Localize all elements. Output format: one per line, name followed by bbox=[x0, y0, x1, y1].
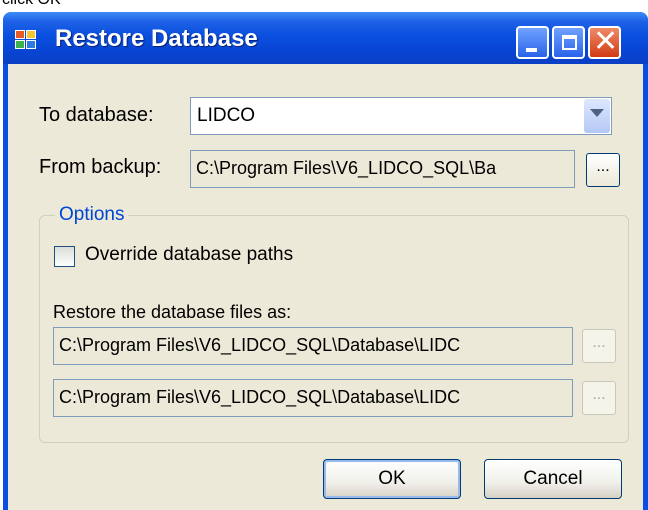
maximize-button[interactable] bbox=[552, 26, 585, 59]
from-backup-label: From backup: bbox=[39, 156, 162, 178]
title-bar[interactable]: Restore Database ✕ bbox=[3, 12, 648, 64]
background-caption: click OK bbox=[0, 0, 648, 12]
to-database-label: To database: bbox=[39, 104, 154, 126]
log-file-path: C:\Program Files\V6_LIDCO_SQL\Database\L… bbox=[59, 387, 461, 407]
override-paths-checkbox[interactable] bbox=[54, 246, 75, 267]
dialog-body: To database: LIDCO From backup: C:\Progr… bbox=[8, 64, 643, 510]
restore-files-label: Restore the database files as: bbox=[53, 302, 292, 322]
from-backup-browse-button[interactable]: ... bbox=[586, 153, 620, 187]
ok-button[interactable]: OK bbox=[323, 459, 461, 499]
log-file-browse-button[interactable]: ... bbox=[582, 381, 616, 415]
chevron-down-icon bbox=[590, 109, 604, 117]
minimize-icon bbox=[526, 48, 537, 52]
to-database-value: LIDCO bbox=[197, 105, 256, 126]
window-title: Restore Database bbox=[55, 25, 258, 52]
options-legend: Options bbox=[55, 204, 129, 226]
override-paths-label[interactable]: Override database paths bbox=[85, 244, 293, 266]
dropdown-button[interactable] bbox=[584, 99, 610, 133]
to-database-combobox[interactable]: LIDCO bbox=[190, 97, 612, 135]
data-file-browse-button[interactable]: ... bbox=[582, 329, 616, 363]
maximize-icon bbox=[562, 35, 577, 50]
from-backup-field[interactable]: C:\Program Files\V6_LIDCO_SQL\Ba bbox=[190, 150, 575, 188]
restore-database-window: Restore Database ✕ To database: LIDCO Fr… bbox=[3, 12, 648, 510]
close-icon: ✕ bbox=[593, 25, 619, 58]
cancel-button[interactable]: Cancel bbox=[484, 459, 622, 499]
from-backup-value: C:\Program Files\V6_LIDCO_SQL\Ba bbox=[196, 158, 497, 178]
data-file-path-field[interactable]: C:\Program Files\V6_LIDCO_SQL\Database\L… bbox=[53, 327, 573, 365]
log-file-path-field[interactable]: C:\Program Files\V6_LIDCO_SQL\Database\L… bbox=[53, 379, 573, 417]
minimize-button[interactable] bbox=[516, 26, 549, 59]
app-icon bbox=[15, 30, 39, 52]
caption-text: click OK bbox=[2, 0, 61, 9]
close-button[interactable]: ✕ bbox=[588, 25, 621, 59]
data-file-path: C:\Program Files\V6_LIDCO_SQL\Database\L… bbox=[59, 335, 461, 355]
